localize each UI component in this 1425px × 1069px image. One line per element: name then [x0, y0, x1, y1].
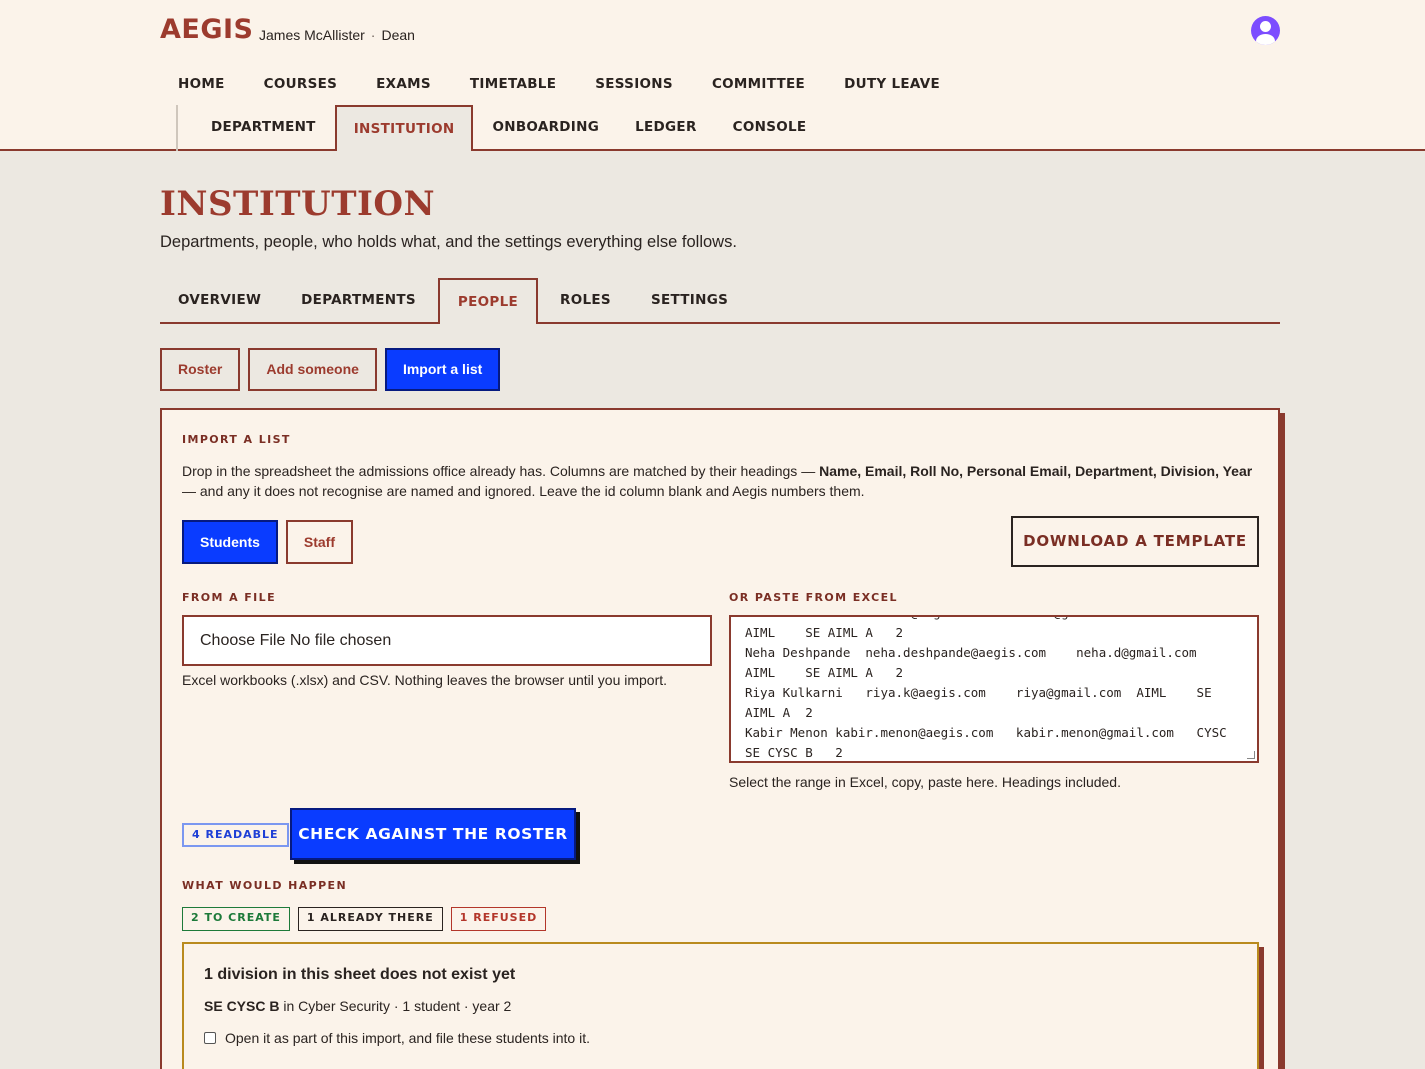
notice-division: SE CYSC B — [204, 998, 280, 1014]
user-name: James McAllister — [259, 27, 365, 43]
roster-button[interactable]: Roster — [160, 348, 241, 391]
download-template-button[interactable]: DOWNLOAD A TEMPLATE — [1011, 516, 1259, 567]
notice-detail-text: in Cyber Security · 1 student · year 2 — [279, 998, 512, 1014]
nav-console[interactable]: CONSOLE — [716, 105, 824, 151]
open-division-checkbox[interactable] — [204, 1032, 216, 1044]
import-description: Drop in the spreadsheet the admissions o… — [182, 461, 1262, 501]
desc-text-2: — and any it does not recognise are name… — [182, 483, 865, 499]
page-subtitle: Departments, people, who holds what, and… — [160, 233, 737, 251]
staff-button[interactable]: Staff — [285, 520, 354, 564]
user-line: James McAllister · Dean — [259, 27, 415, 43]
result-chips: 2 TO CREATE 1 ALREADY THERE 1 REFUSED — [182, 907, 554, 931]
primary-nav: HOME COURSES EXAMS TIMETABLE SESSIONS CO… — [160, 66, 961, 102]
nav-duty-leave[interactable]: DUTY LEAVE — [826, 66, 958, 102]
check-roster-button[interactable]: CHECK AGAINST THE ROSTER — [290, 808, 576, 860]
nav-onboarding[interactable]: ONBOARDING — [475, 105, 616, 151]
paste-textarea[interactable]: Aarav Sharma aarav.s@aegis.com aarav@gma… — [729, 615, 1259, 763]
readable-badge: 4 READABLE — [182, 823, 289, 847]
nav-courses[interactable]: COURSES — [246, 66, 356, 102]
tab-roles[interactable]: ROLES — [542, 278, 629, 324]
import-type-toggle: Students Staff — [182, 520, 361, 564]
secondary-nav: DEPARTMENT INSTITUTION ONBOARDING LEDGER… — [176, 105, 825, 151]
file-input[interactable]: Choose File No file chosen — [182, 615, 712, 666]
open-division-label: Open it as part of this import, and file… — [225, 1030, 590, 1046]
nav-sessions[interactable]: SESSIONS — [577, 66, 691, 102]
desc-columns: Name, Email, Roll No, Personal Email, De… — [819, 463, 1253, 479]
tab-people[interactable]: PEOPLE — [437, 278, 539, 324]
nav-ledger[interactable]: LEDGER — [618, 105, 714, 151]
paste-hint: Select the range in Excel, copy, paste h… — [729, 774, 1121, 790]
import-heading: IMPORT A LIST — [182, 433, 291, 446]
paste-content: Aarav Sharma aarav.s@aegis.com aarav@gma… — [745, 617, 1227, 760]
refused-badge: 1 REFUSED — [450, 907, 547, 931]
paste-label: OR PASTE FROM EXCEL — [729, 591, 898, 604]
top-bar: AEGIS James McAllister · Dean HOME COURSES… — [0, 0, 1425, 151]
section-tabs: OVERVIEW DEPARTMENTS PEOPLE ROLES SETTIN… — [160, 278, 1280, 324]
tab-settings[interactable]: SETTINGS — [633, 278, 746, 324]
students-button[interactable]: Students — [182, 520, 278, 564]
user-separator: · — [370, 27, 376, 43]
tab-overview[interactable]: OVERVIEW — [160, 278, 279, 324]
people-actions: Roster Add someone Import a list — [160, 348, 508, 391]
add-someone-button[interactable]: Add someone — [248, 348, 377, 391]
page-title: INSTITUTION — [160, 184, 436, 224]
resize-grip-icon[interactable] — [1247, 751, 1255, 759]
tab-departments[interactable]: DEPARTMENTS — [283, 278, 434, 324]
nav-institution[interactable]: INSTITUTION — [334, 105, 474, 151]
desc-text-1: Drop in the spreadsheet the admissions o… — [182, 463, 820, 479]
already-there-badge: 1 ALREADY THERE — [297, 907, 443, 931]
nav-department[interactable]: DEPARTMENT — [194, 105, 333, 151]
import-list-button[interactable]: Import a list — [384, 348, 501, 391]
missing-division-notice: 1 division in this sheet does not exist … — [182, 942, 1259, 1069]
what-would-happen-label: WHAT WOULD HAPPEN — [182, 879, 348, 892]
notice-detail: SE CYSC B in Cyber Security · 1 student … — [204, 998, 511, 1014]
nav-committee[interactable]: COMMITTEE — [694, 66, 823, 102]
import-card: IMPORT A LIST Drop in the spreadsheet th… — [160, 408, 1280, 1069]
nav-timetable[interactable]: TIMETABLE — [452, 66, 574, 102]
avatar-icon[interactable] — [1251, 16, 1280, 45]
nav-exams[interactable]: EXAMS — [358, 66, 449, 102]
user-role: Dean — [381, 27, 415, 43]
brand-logo[interactable]: AEGIS — [160, 14, 254, 45]
open-division-option[interactable]: Open it as part of this import, and file… — [204, 1030, 590, 1046]
file-hint: Excel workbooks (.xlsx) and CSV. Nothing… — [182, 672, 668, 688]
notice-title: 1 division in this sheet does not exist … — [204, 966, 516, 983]
nav-home[interactable]: HOME — [160, 66, 243, 102]
to-create-badge: 2 TO CREATE — [182, 907, 290, 931]
from-file-label: FROM A FILE — [182, 591, 276, 604]
